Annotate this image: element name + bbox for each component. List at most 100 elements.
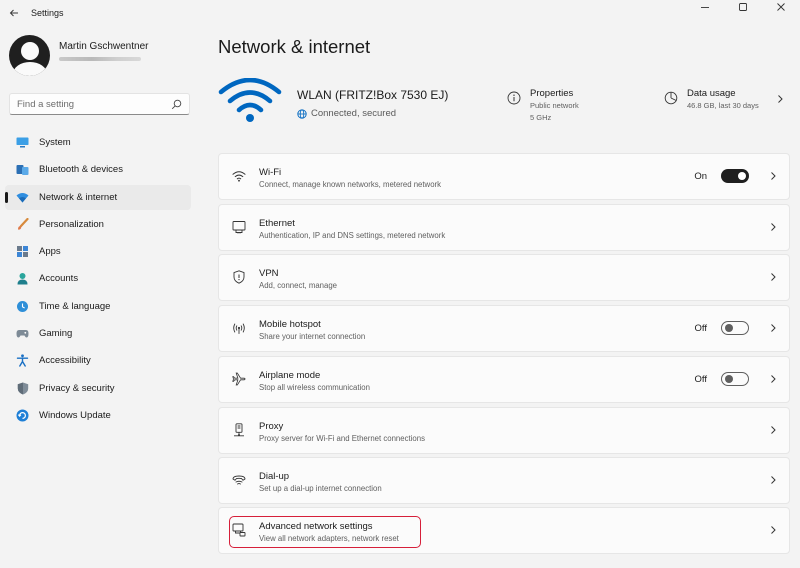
sidebar-item-bluetooth[interactable]: Bluetooth & devices	[5, 157, 191, 182]
card-title: Proxy	[259, 421, 284, 432]
search-input[interactable]	[17, 98, 167, 110]
card-subtitle: Set up a dial-up internet connection	[259, 484, 382, 493]
proxy-icon	[232, 423, 246, 437]
sidebar-item-accounts[interactable]: Accounts	[5, 266, 191, 291]
window-controls	[686, 0, 800, 14]
connection-status-text: Connected, secured	[311, 108, 397, 119]
card-subtitle: Connect, manage known networks, metered …	[259, 180, 442, 189]
sidebar-item-system[interactable]: System	[5, 130, 191, 155]
chevron-right-icon[interactable]	[769, 323, 777, 333]
time-language-icon	[16, 300, 29, 313]
chevron-right-icon[interactable]	[769, 171, 777, 181]
profile-name: Martin Gschwentner	[59, 40, 149, 52]
title-bar: Settings	[0, 0, 800, 26]
close-icon	[777, 3, 785, 11]
dial-up-card[interactable]: Dial-up Set up a dial-up internet connec…	[218, 457, 790, 504]
data-usage-link[interactable]: Data usage 46.8 GB, last 30 days	[664, 88, 759, 111]
card-title: Ethernet	[259, 218, 295, 229]
gaming-icon	[16, 327, 29, 340]
wifi-toggle-group: On	[694, 169, 749, 183]
properties-link[interactable]: Properties Public network 5 GHz	[507, 88, 579, 123]
chevron-right-icon[interactable]	[769, 222, 777, 232]
sidebar-item-gaming[interactable]: Gaming	[5, 321, 191, 346]
minimize-button[interactable]	[686, 0, 724, 14]
sidebar-item-label: Accessibility	[39, 355, 91, 367]
chevron-right-icon[interactable]	[769, 272, 777, 282]
sidebar-item-label: Apps	[39, 246, 61, 258]
card-subtitle: Stop all wireless communication	[259, 383, 370, 392]
card-title: Airplane mode	[259, 370, 321, 381]
sidebar-item-label: Windows Update	[39, 409, 111, 421]
back-arrow-icon	[9, 9, 18, 17]
highlight-box	[229, 516, 421, 548]
sidebar-item-windows-update[interactable]: Windows Update	[5, 403, 191, 428]
accounts-icon	[16, 272, 29, 285]
airplane-toggle-group: Off	[694, 372, 749, 386]
brush-icon	[16, 217, 29, 231]
info-icon	[507, 91, 521, 105]
sidebar-item-apps[interactable]: Apps	[5, 239, 191, 264]
search-icon[interactable]	[171, 99, 182, 110]
main-content: Network & internet WLAN (FRITZ!Box 7530 …	[218, 26, 800, 568]
sidebar: Martin Gschwentner System Bluetooth & de…	[0, 26, 198, 568]
card-subtitle: Proxy server for Wi-Fi and Ethernet conn…	[259, 434, 425, 443]
connection-status: Connected, secured	[297, 108, 396, 119]
apps-icon	[16, 245, 29, 258]
maximize-button[interactable]	[724, 0, 762, 14]
sidebar-item-personalization[interactable]: Personalization	[5, 212, 191, 237]
hotspot-icon	[232, 321, 246, 335]
system-icon	[16, 136, 29, 149]
airplane-mode-card[interactable]: Airplane mode Stop all wireless communic…	[218, 356, 790, 403]
card-subtitle: Add, connect, manage	[259, 281, 338, 290]
page-title: Network & internet	[218, 36, 371, 57]
search-box[interactable]	[9, 93, 190, 115]
card-subtitle: Authentication, IP and DNS settings, met…	[259, 231, 446, 240]
avatar	[9, 35, 50, 76]
wifi-icon	[232, 169, 246, 183]
shield-icon	[16, 382, 29, 395]
airplane-mode-toggle[interactable]	[721, 372, 749, 386]
card-title: Wi-Fi	[259, 167, 282, 178]
minimize-icon	[701, 7, 709, 8]
close-button[interactable]	[762, 0, 800, 14]
connection-summary: WLAN (FRITZ!Box 7530 EJ) Connected, secu…	[218, 78, 790, 128]
sidebar-item-label: Privacy & security	[39, 382, 115, 394]
data-usage-value: 46.8 GB, last 30 days	[687, 101, 759, 110]
sidebar-item-privacy-security[interactable]: Privacy & security	[5, 376, 191, 401]
mobile-hotspot-card[interactable]: Mobile hotspot Share your internet conne…	[218, 305, 790, 352]
sidebar-item-label: Gaming	[39, 328, 73, 340]
sidebar-item-label: System	[39, 137, 71, 148]
chevron-right-icon[interactable]	[769, 374, 777, 384]
bluetooth-icon	[16, 163, 29, 176]
proxy-card[interactable]: Proxy Proxy server for Wi-Fi and Etherne…	[218, 407, 790, 454]
hotspot-toggle[interactable]	[721, 321, 749, 335]
card-subtitle: Share your internet connection	[259, 332, 366, 341]
chevron-right-icon[interactable]	[769, 425, 777, 435]
sidebar-item-accessibility[interactable]: Accessibility	[5, 348, 191, 373]
windows-update-icon	[16, 409, 29, 422]
chevron-right-icon[interactable]	[769, 525, 777, 535]
chevron-right-icon[interactable]	[776, 94, 784, 104]
card-title: VPN	[259, 268, 279, 279]
sidebar-item-time-language[interactable]: Time & language	[5, 294, 191, 319]
user-profile[interactable]: Martin Gschwentner	[9, 35, 148, 76]
wifi-toggle[interactable]	[721, 169, 749, 183]
maximize-icon	[739, 3, 747, 11]
card-title: Mobile hotspot	[259, 319, 321, 330]
chevron-right-icon[interactable]	[769, 475, 777, 485]
toggle-state-label: Off	[694, 373, 708, 385]
vpn-card[interactable]: VPN Add, connect, manage	[218, 254, 790, 301]
advanced-network-settings-card[interactable]: Advanced network settings View all netwo…	[218, 507, 790, 554]
data-usage-title: Data usage	[687, 88, 736, 99]
sidebar-item-network[interactable]: Network & internet	[5, 184, 191, 210]
sidebar-item-label: Personalization	[39, 218, 104, 230]
toggle-state-label: Off	[694, 322, 708, 334]
dialup-icon	[232, 473, 246, 487]
wifi-card[interactable]: Wi-Fi Connect, manage known networks, me…	[218, 153, 790, 200]
back-button[interactable]	[0, 1, 28, 25]
ethernet-icon	[232, 220, 246, 234]
ethernet-card[interactable]: Ethernet Authentication, IP and DNS sett…	[218, 204, 790, 251]
connection-name: WLAN (FRITZ!Box 7530 EJ)	[297, 88, 449, 102]
network-icon	[16, 191, 29, 204]
airplane-icon	[232, 372, 246, 386]
